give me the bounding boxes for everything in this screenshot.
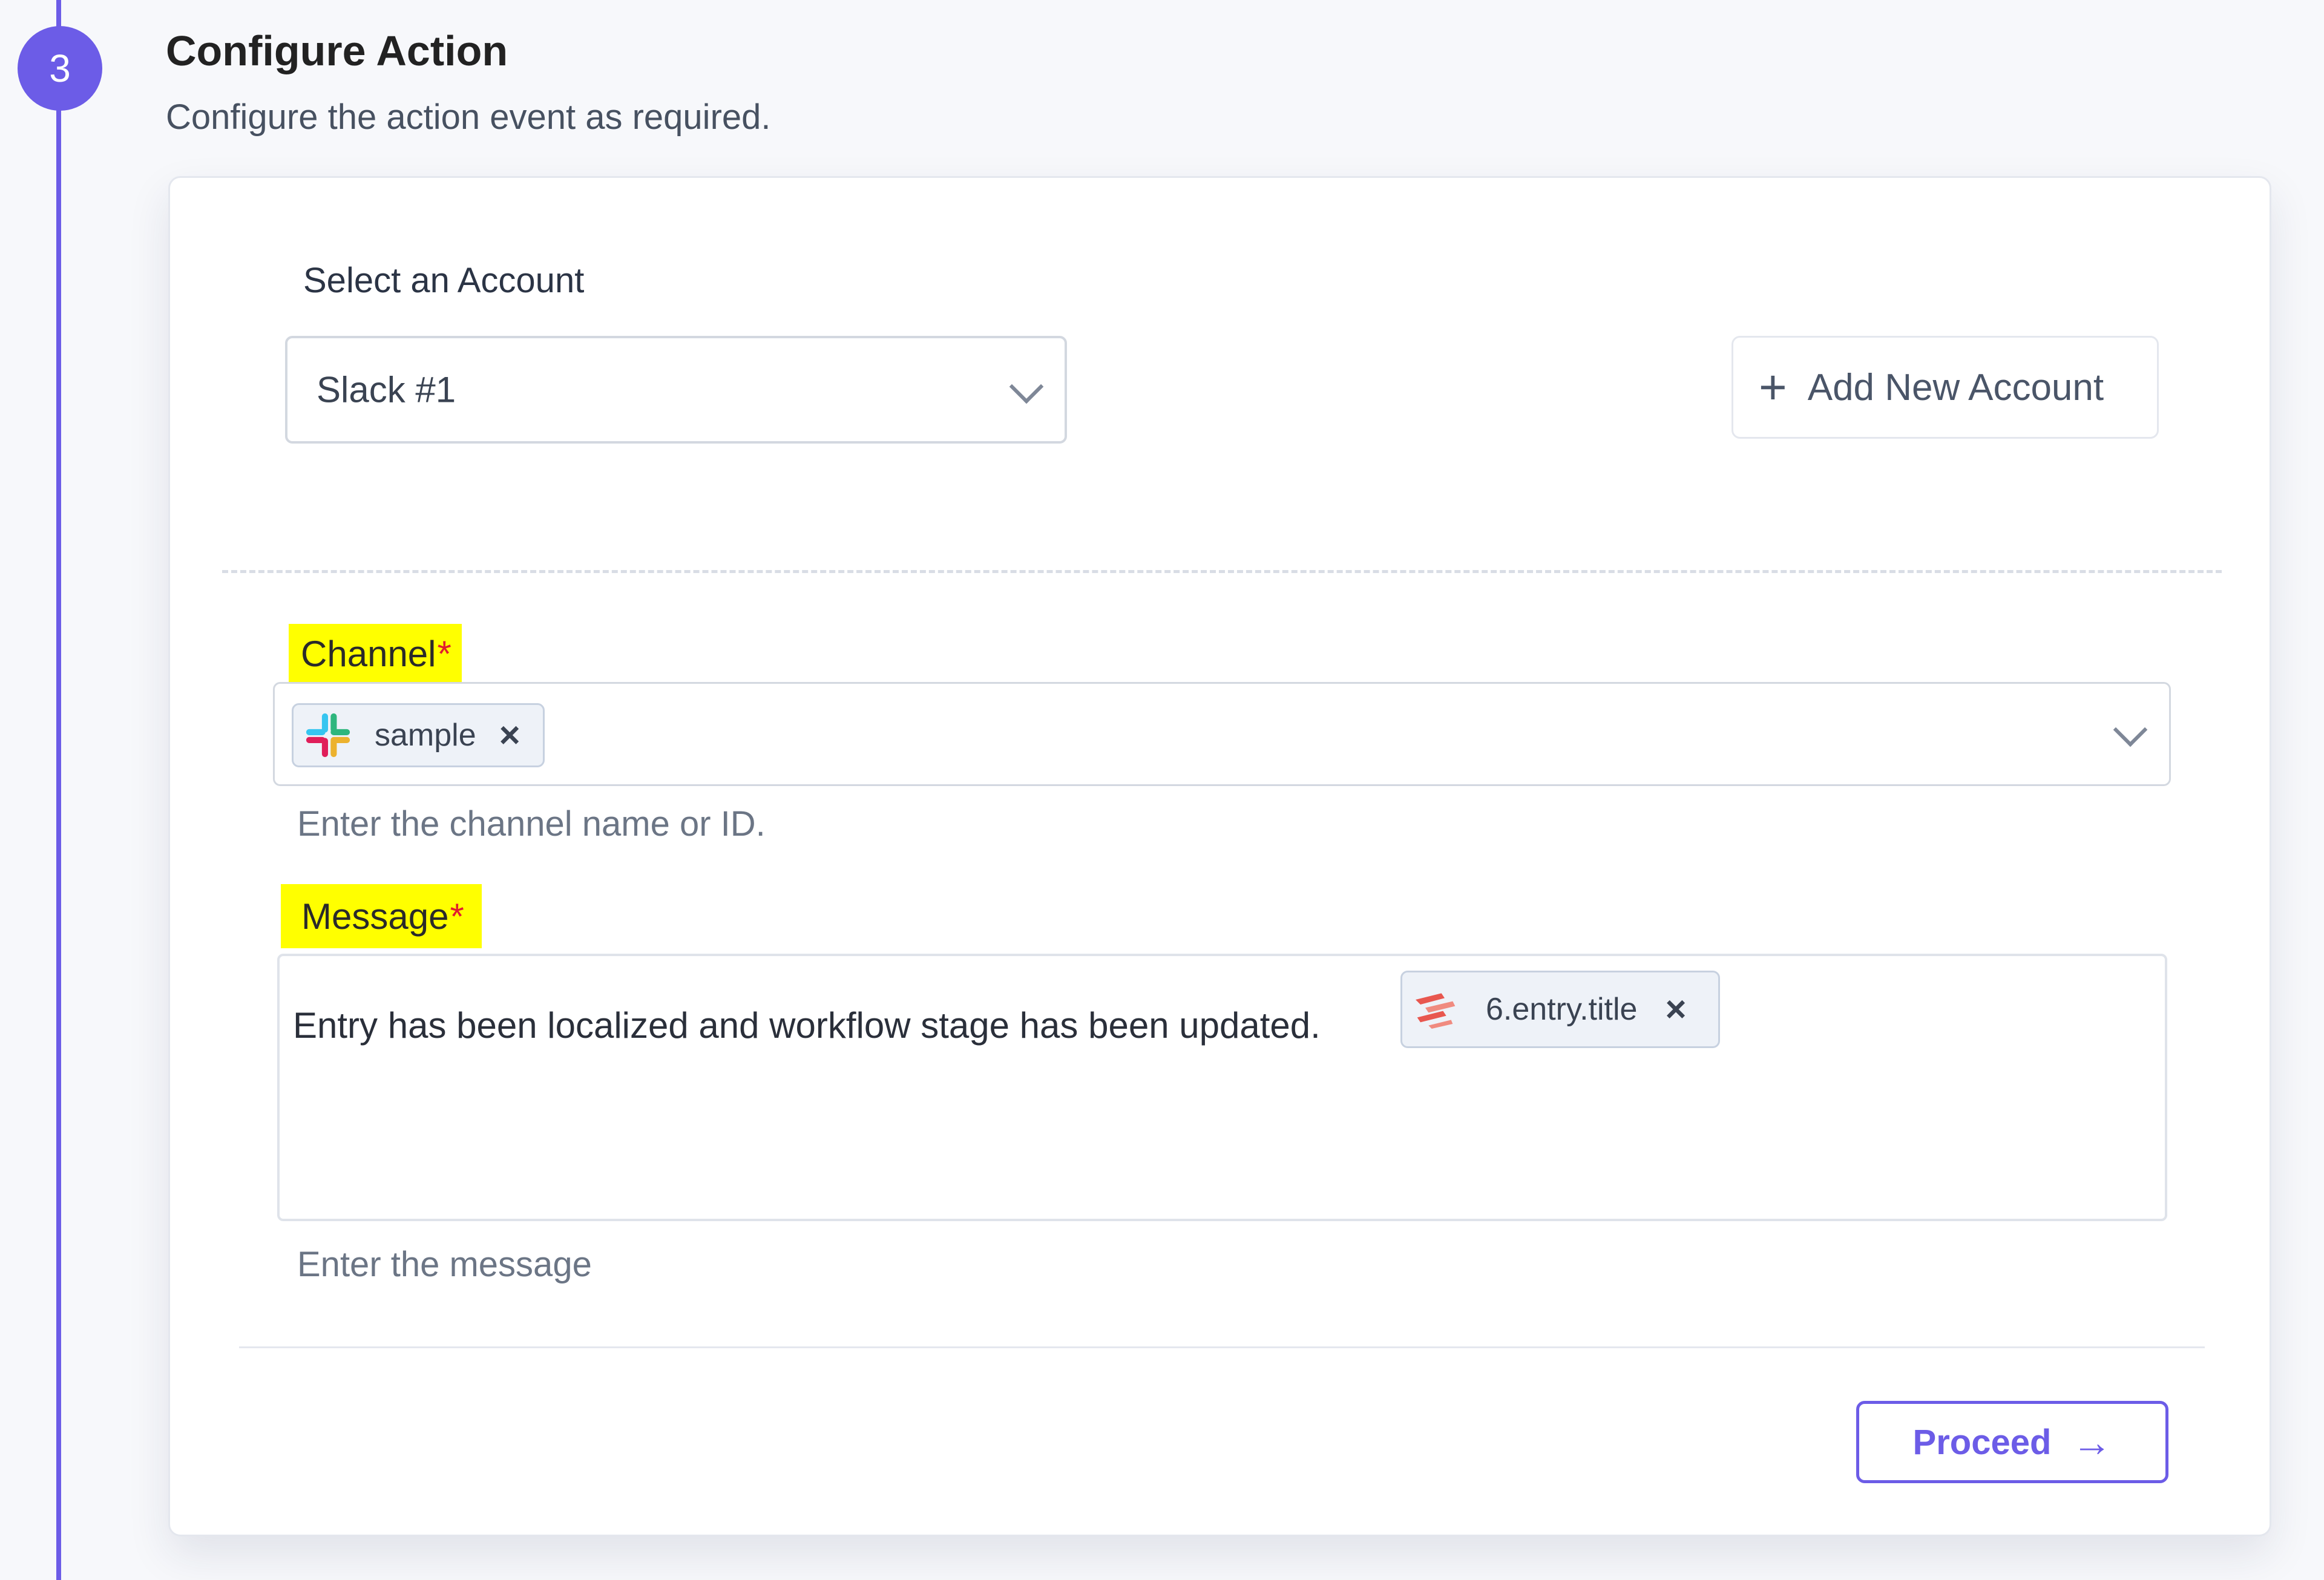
add-new-account-label: Add New Account (1807, 366, 2104, 408)
step-number-badge: 3 (18, 26, 102, 111)
channel-tag-label: sample (375, 718, 476, 753)
proceed-button[interactable]: Proceed → (1856, 1401, 2168, 1483)
channel-select[interactable]: sample × (273, 682, 2171, 786)
required-mark: * (437, 633, 451, 674)
add-new-account-button[interactable]: + Add New Account (1732, 336, 2159, 439)
configure-action-card: Select an Account Slack #1 + Add New Acc… (168, 176, 2271, 1536)
step-subtitle: Configure the action event as required. (166, 97, 771, 137)
footer-divider (239, 1346, 2205, 1348)
proceed-label: Proceed (1912, 1422, 2052, 1462)
chevron-down-icon (1009, 369, 1044, 404)
arrow-right-icon: → (2072, 1420, 2112, 1464)
message-input[interactable]: Entry has been localized and workflow st… (277, 954, 2167, 1221)
chevron-down-icon (2113, 712, 2148, 747)
message-hint: Enter the message (297, 1245, 592, 1284)
section-divider (222, 570, 2222, 573)
entry-field-icon (1416, 993, 1456, 1029)
workflow-step-panel: 3 Configure Action Configure the action … (0, 0, 2324, 1580)
slack-icon (306, 713, 350, 758)
message-variable-label: 6.entry.title (1486, 992, 1638, 1027)
channel-hint: Enter the channel name or ID. (297, 804, 766, 844)
account-select[interactable]: Slack #1 (285, 336, 1067, 444)
required-mark: * (450, 896, 464, 937)
account-select-value: Slack #1 (317, 369, 456, 410)
remove-variable-tag-icon[interactable]: × (1665, 991, 1686, 1028)
message-label-text: Message (301, 896, 449, 937)
plus-icon: + (1759, 360, 1787, 414)
channel-label-text: Channel (301, 633, 436, 674)
step-timeline-line (56, 0, 61, 1580)
message-variable-tag: 6.entry.title × (1400, 971, 1720, 1048)
step-title: Configure Action (166, 27, 508, 74)
message-label: Message * (281, 884, 482, 948)
message-text: Entry has been localized and workflow st… (293, 1005, 1321, 1046)
account-label: Select an Account (303, 261, 585, 300)
channel-tag: sample × (292, 703, 545, 767)
channel-label: Channel * (289, 624, 462, 683)
remove-channel-tag-icon[interactable]: × (499, 717, 520, 753)
